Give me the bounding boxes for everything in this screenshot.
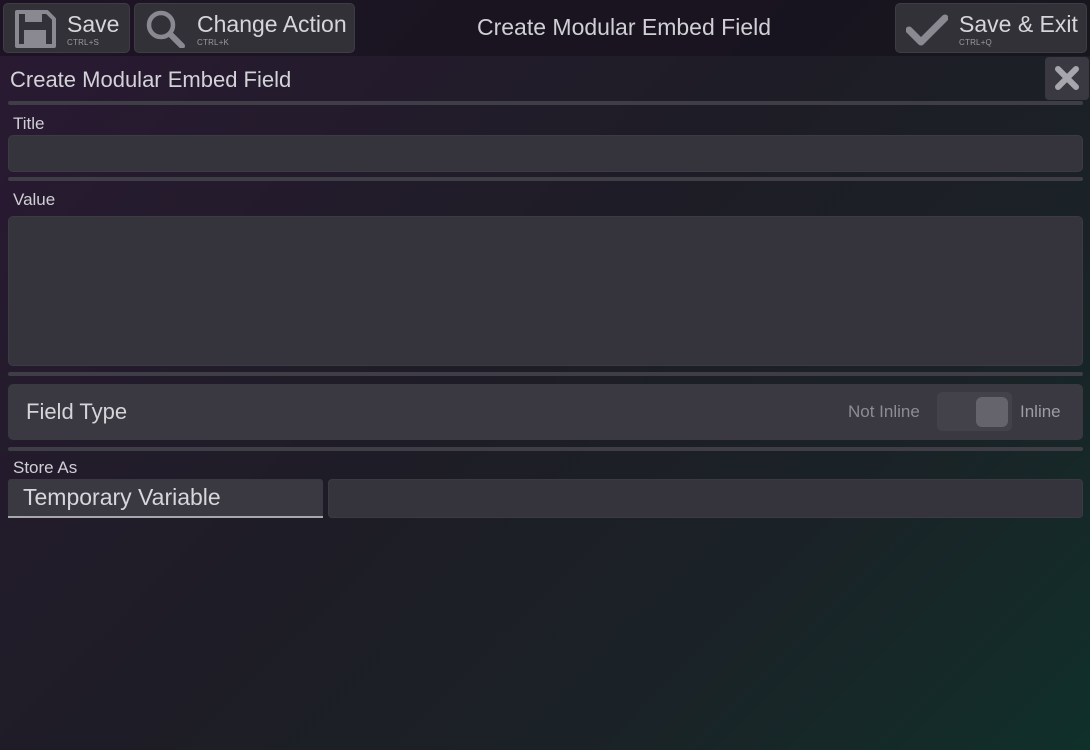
save-shortcut: CTRL+S <box>67 38 100 47</box>
panel-title: Create Modular Embed Field <box>10 67 292 92</box>
value-divider <box>8 372 1083 376</box>
close-x-icon <box>1055 66 1079 90</box>
not-inline-label: Not Inline <box>848 402 920 421</box>
field-type-row: Field Type Not Inline Inline <box>8 384 1083 440</box>
store-as-label: Store As <box>13 458 78 477</box>
save-exit-shortcut: CTRL+Q <box>959 38 992 47</box>
field-type-divider <box>8 447 1083 451</box>
checkmark-icon <box>906 14 948 46</box>
floppy-disk-icon <box>15 10 56 48</box>
change-action-shortcut: CTRL+K <box>197 38 230 47</box>
close-button[interactable] <box>1045 57 1089 100</box>
variable-name-input[interactable] <box>328 479 1083 518</box>
change-action-label: Change Action <box>197 11 347 37</box>
save-label: Save <box>67 11 120 37</box>
inline-label: Inline <box>1020 402 1061 421</box>
store-type-select[interactable]: Temporary Variable <box>8 479 323 518</box>
save-exit-button[interactable]: Save & Exit CTRL+Q <box>895 3 1087 53</box>
value-label: Value <box>13 190 56 209</box>
save-button[interactable]: Save CTRL+S <box>3 3 130 53</box>
inline-toggle[interactable] <box>937 392 1012 431</box>
title-divider <box>8 177 1083 181</box>
save-exit-label: Save & Exit <box>959 11 1078 37</box>
title-label: Title <box>13 114 45 133</box>
top-toolbar: Save CTRL+S Change Action CTRL+K Create … <box>0 0 1090 56</box>
title-input[interactable] <box>8 135 1083 172</box>
change-action-button[interactable]: Change Action CTRL+K <box>134 3 355 53</box>
window-title: Create Modular Embed Field <box>476 14 772 40</box>
header-divider <box>8 101 1083 105</box>
field-type-label: Field Type <box>26 399 128 424</box>
toggle-knob <box>976 397 1008 427</box>
value-textarea[interactable] <box>8 216 1083 366</box>
magnifier-icon <box>146 10 185 48</box>
